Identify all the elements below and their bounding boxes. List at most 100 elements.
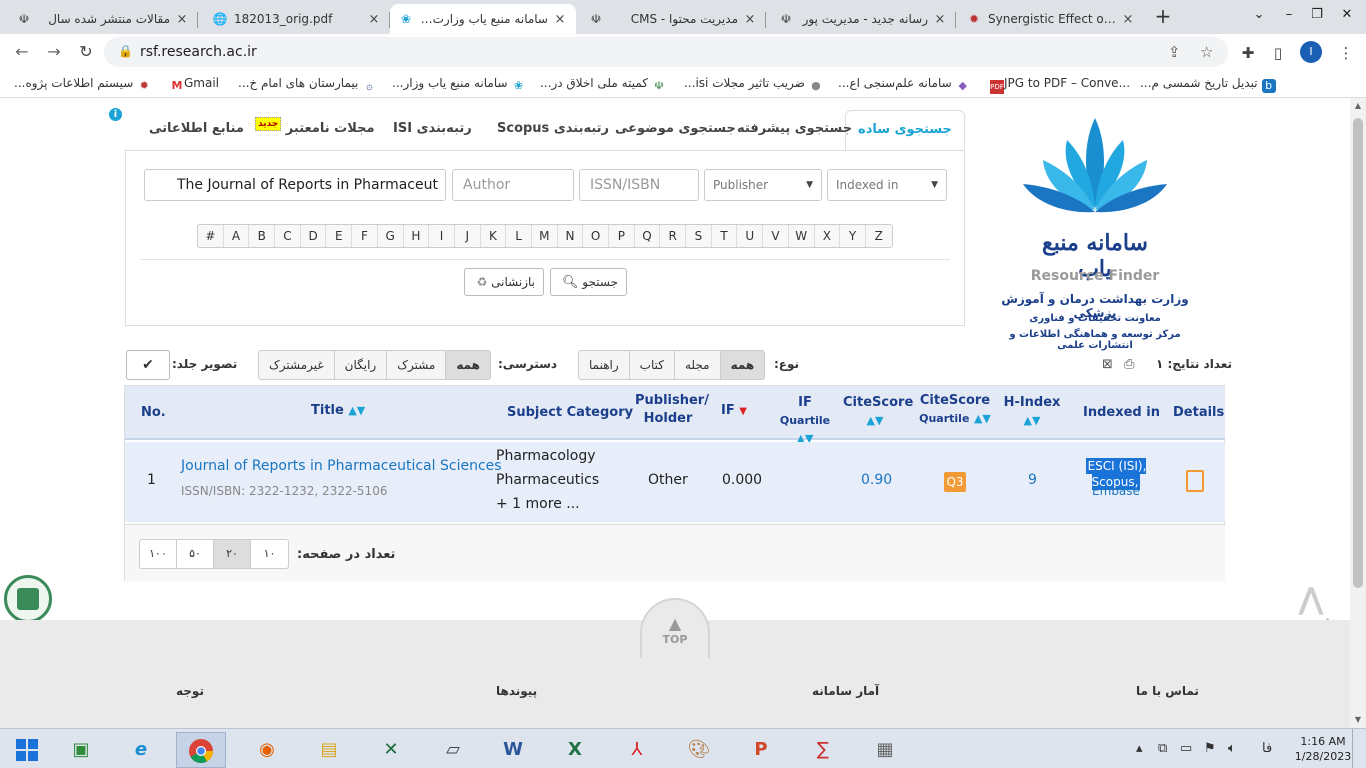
bookmark-gmail[interactable]: M Gmail <box>166 76 220 93</box>
system-clock[interactable]: 1:16 AM 1/28/2023 <box>1290 734 1356 764</box>
tab-simple-search[interactable]: جستجوی ساده <box>845 110 965 150</box>
close-icon[interactable]: × <box>174 12 190 27</box>
alphabet-letter-z[interactable]: Z <box>866 225 892 247</box>
tab-advanced-search[interactable]: جستجوی پیشرفته <box>737 110 852 150</box>
publisher-select[interactable]: Publisher ▼ <box>704 169 822 201</box>
search-button[interactable]: جستجو 🔍︎ <box>550 268 627 296</box>
browser-tab-2[interactable]: 🌐 182013_orig.pdf × <box>204 4 390 34</box>
type-book[interactable]: کتاب <box>628 351 674 379</box>
alphabet-letter-m[interactable]: M <box>532 225 558 247</box>
back-to-top-button[interactable]: ▲ TOP <box>640 598 710 658</box>
store-icon[interactable]: ▣ <box>56 732 106 768</box>
share-icon[interactable]: ⇪ <box>1168 43 1181 61</box>
scroll-up-icon[interactable]: ▲ <box>1350 98 1366 114</box>
access-non-subscribed[interactable]: غیرمشترک <box>259 351 334 379</box>
bookmark-resource-finder[interactable]: ❀سامانه منبع یاب وزار... <box>392 76 526 93</box>
show-desktop-button[interactable] <box>1352 729 1366 768</box>
bookmark-scientometrics[interactable]: ◆سامانه علم‌سنجی اع... <box>838 76 970 93</box>
scroll-down-icon[interactable]: ▼ <box>1350 712 1366 728</box>
alphabet-letter-o[interactable]: O <box>583 225 609 247</box>
alphabet-letter-t[interactable]: T <box>712 225 738 247</box>
scanner-icon[interactable]: ▱ <box>428 732 478 768</box>
spreadsheet-app-icon[interactable]: ✕ <box>366 732 416 768</box>
close-icon[interactable]: × <box>1120 12 1136 27</box>
close-icon[interactable]: × <box>742 12 758 27</box>
cover-image-toggle[interactable]: ✔ <box>126 350 170 380</box>
close-icon[interactable]: × <box>366 12 382 27</box>
browser-menu-icon[interactable]: ⋮ <box>1336 43 1356 63</box>
alphabet-letter-j[interactable]: J <box>455 225 481 247</box>
firefox-icon[interactable]: ◉ <box>242 732 292 768</box>
col-citescore[interactable]: CiteScore ▲▼ <box>843 394 913 430</box>
excel-icon[interactable]: X <box>550 732 600 768</box>
page-size-10[interactable]: ۱۰ <box>251 540 288 568</box>
acrobat-icon[interactable]: ⅄ <box>612 732 662 768</box>
footer-site-stats[interactable]: آمار سامانه <box>812 684 879 698</box>
new-tab-plus-icon[interactable]: + <box>1152 6 1174 28</box>
page-size-100[interactable]: ۱۰۰ <box>140 540 177 568</box>
col-title[interactable]: Title ▲▼ <box>311 402 365 420</box>
alphabet-letter-p[interactable]: P <box>609 225 635 247</box>
close-icon[interactable]: × <box>932 12 948 27</box>
alphabet-letter-s[interactable]: S <box>686 225 712 247</box>
page-size-20[interactable]: ۲۰ <box>214 540 251 568</box>
profile-avatar[interactable]: I <box>1300 41 1322 63</box>
footer-contact-us[interactable]: تماس با ما <box>1136 684 1199 698</box>
col-if[interactable]: IF ▼ <box>721 402 747 421</box>
scroll-thumb[interactable] <box>1353 118 1363 588</box>
alphabet-letter-u[interactable]: U <box>737 225 764 247</box>
bookmark-star-icon[interactable]: ☆ <box>1200 43 1213 61</box>
browser-tab-1[interactable]: × مقالات منتشر شده سال ☫ <box>8 4 198 34</box>
tab-information-resources[interactable]: منابع اطلاعاتی <box>149 110 244 150</box>
alphabet-letter-i[interactable]: I <box>429 225 455 247</box>
alphabet-letter-y[interactable]: Y <box>840 225 866 247</box>
word-icon[interactable]: W <box>488 732 538 768</box>
alphabet-letter-v[interactable]: V <box>763 225 789 247</box>
access-subscribed[interactable]: مشترک <box>386 351 445 379</box>
browser-tab-3-active[interactable]: × سامانه منبع یاب وزارت بهد ❀ <box>390 4 576 34</box>
title-search-input[interactable]: The Journal of Reports in Pharmaceut <box>144 169 446 201</box>
tab-scopus-ranking[interactable]: رتبه‌بندی Scopus <box>497 110 609 150</box>
math-app-icon[interactable]: ∑ <box>798 732 848 768</box>
calculator-icon[interactable]: ▦ <box>860 732 910 768</box>
type-all[interactable]: همه <box>719 351 765 379</box>
battery-icon[interactable]: ▭ <box>1180 741 1192 756</box>
alphabet-letter-x[interactable]: X <box>815 225 841 247</box>
alphabet-letter-q[interactable]: Q <box>635 225 661 247</box>
flag-icon[interactable]: ⚑ <box>1204 741 1216 756</box>
reset-button[interactable]: بازنشانی ♻ <box>464 268 544 296</box>
volume-icon[interactable]: 🔈︎ <box>1228 741 1236 756</box>
browser-tab-5[interactable]: × رسانه جدید - مدیریت پور ☫ <box>770 4 956 34</box>
col-h-index[interactable]: H-Index ▲▼ <box>1001 394 1063 430</box>
windows-start-icon[interactable] <box>2 732 52 768</box>
tab-isi-ranking[interactable]: رتبه‌بندی ISI <box>393 110 472 150</box>
chrome-icon[interactable] <box>176 732 226 768</box>
tab-search-chevron-icon[interactable]: ⌄ <box>1244 0 1274 34</box>
col-citescore-quartile[interactable]: CiteScore Quartile ▲▼ <box>919 392 991 428</box>
file-explorer-icon[interactable]: ▤ <box>304 732 354 768</box>
bookmark-imam-hospitals[interactable]: ۞بیمارستان های امام خ... <box>238 76 376 93</box>
forward-arrow-icon[interactable]: → <box>42 40 66 64</box>
page-size-50[interactable]: ۵۰ <box>177 540 214 568</box>
page-scrollbar[interactable]: ▲ ▼ <box>1350 98 1366 728</box>
alphabet-letter-e[interactable]: E <box>326 225 353 247</box>
bookmark-isi-impact[interactable]: ●ضریب تاثیر مجلات isi... <box>684 76 823 93</box>
journal-details-icon[interactable] <box>1186 470 1204 492</box>
footer-links[interactable]: پیوندها <box>496 684 537 698</box>
alphabet-letter-d[interactable]: D <box>301 225 327 247</box>
extensions-puzzle-icon[interactable]: ✚ <box>1238 43 1258 63</box>
close-icon[interactable]: × <box>552 12 568 27</box>
powerpoint-icon[interactable]: P <box>736 732 786 768</box>
window-close-icon[interactable]: ✕ <box>1332 0 1362 34</box>
subject-more[interactable]: + 1 more ... <box>496 496 580 512</box>
col-if-quartile[interactable]: IF Quartile ▲▼ <box>773 394 837 448</box>
alphabet-letter-r[interactable]: R <box>660 225 687 247</box>
alphabet-letter-h[interactable]: H <box>404 225 430 247</box>
journal-title-link[interactable]: Journal of Reports in Pharmaceutical Sci… <box>181 458 502 474</box>
alphabet-letter-k[interactable]: K <box>481 225 507 247</box>
type-guide[interactable]: راهنما <box>579 351 629 379</box>
alphabet-letter-hash[interactable]: # <box>198 225 224 247</box>
type-journal[interactable]: مجله <box>673 351 720 379</box>
address-bar[interactable]: 🔒 rsf.research.ac.ir ⇪ ☆ <box>104 37 1228 67</box>
indexed-in-select[interactable]: Indexed in ▼ <box>827 169 947 201</box>
